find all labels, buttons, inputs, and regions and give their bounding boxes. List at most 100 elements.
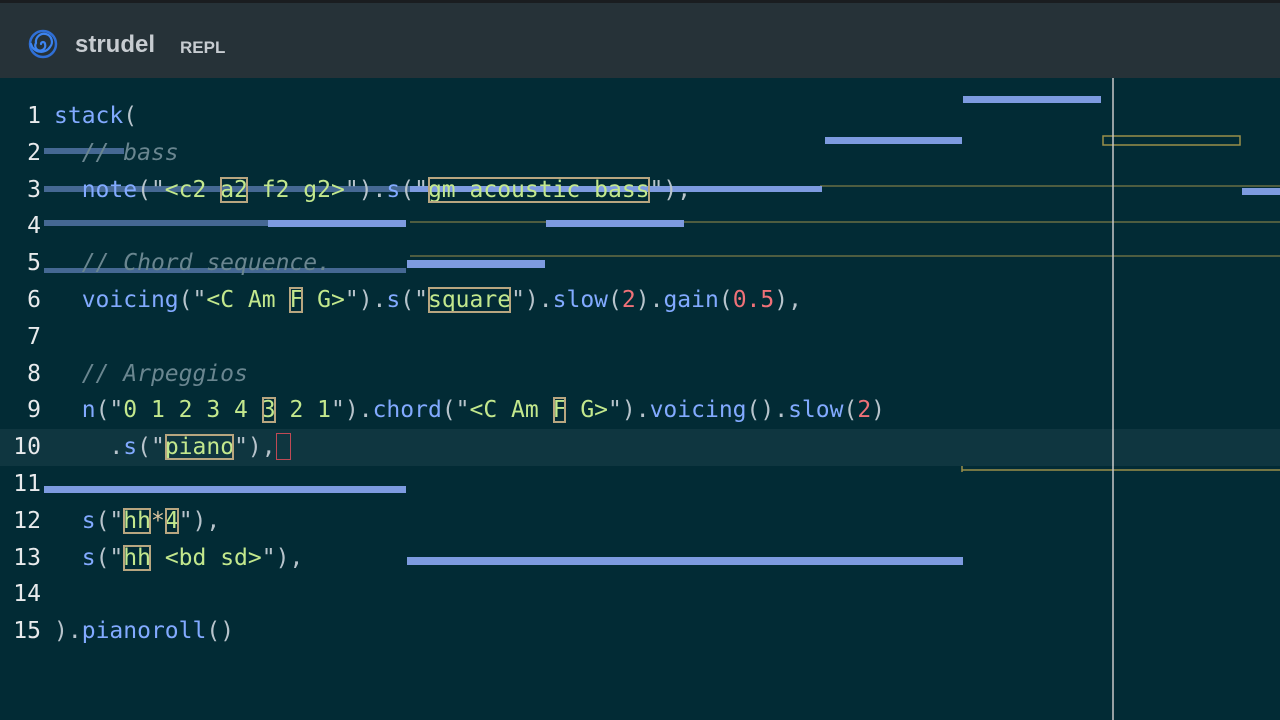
spiral-logo-icon[interactable] — [28, 29, 58, 59]
line-number: 1 — [27, 103, 41, 129]
code-line[interactable]: 5 // Chord sequence. — [0, 245, 1280, 282]
code-token: // bass — [81, 139, 179, 166]
code-token: s — [81, 544, 96, 571]
code-text[interactable]: // bass — [54, 135, 179, 172]
code-text[interactable]: ).pianoroll() — [54, 613, 234, 650]
code-token: (" — [95, 507, 124, 534]
code-token: G> — [566, 397, 609, 424]
highlighted-token: F — [289, 286, 304, 313]
code-line[interactable]: 8 // Arpeggios — [0, 356, 1280, 393]
code-token: (" — [441, 397, 470, 424]
code-token: <bd sd> — [150, 544, 262, 571]
code-token: " — [344, 176, 359, 203]
code-text[interactable]: note("<c2 a2 f2 g2>").s("gm_acoustic_bas… — [54, 172, 691, 209]
code-token: note — [81, 176, 138, 203]
code-line[interactable]: 4 — [0, 208, 1280, 245]
code-line[interactable]: 1 stack( — [0, 98, 1280, 135]
code-line[interactable]: 11 — [0, 466, 1280, 503]
code-text[interactable]: n("0 1 2 3 4 3 2 1").chord("<C Am F G>")… — [54, 392, 885, 429]
code-token: s — [123, 434, 138, 461]
code-token: slow — [788, 397, 844, 424]
code-token: ), — [774, 286, 802, 313]
code-token: <C Am — [206, 286, 290, 313]
code-token: ). — [635, 286, 664, 313]
code-token: 0 1 2 3 4 — [123, 397, 262, 424]
code-token: 2 — [857, 397, 872, 424]
code-line[interactable]: 6 voicing("<C Am F G>").s("square").slow… — [0, 282, 1280, 319]
code-token: gain — [663, 286, 719, 313]
code-token: ) — [54, 618, 68, 645]
code-token: pianoroll — [81, 618, 207, 645]
code-line[interactable]: 13 s("hh <bd sd>"), — [0, 540, 1280, 577]
code-text[interactable]: s("hh <bd sd>"), — [54, 540, 303, 577]
code-token: (" — [137, 434, 165, 461]
code-token: " — [608, 397, 622, 424]
code-token: ). — [344, 397, 373, 424]
line-number: 4 — [27, 213, 41, 240]
code-token: f2 g2> — [247, 176, 345, 203]
app-header: strudel REPL — [0, 0, 1280, 78]
code-token: 2 — [621, 286, 636, 313]
code-line[interactable]: 14 — [0, 576, 1280, 613]
code-token: () — [206, 618, 235, 645]
code-token: voicing — [81, 286, 179, 313]
code-token: <c2 — [164, 176, 221, 203]
code-token: ( — [608, 286, 622, 313]
code-token: " — [649, 176, 664, 203]
line-number: 13 — [13, 544, 41, 571]
code-text[interactable]: s("hh*4"), — [54, 503, 220, 540]
highlighted-token: a2 — [220, 176, 248, 203]
code-token: (" — [95, 397, 124, 424]
code-token: ). — [358, 286, 387, 313]
line-number: 2 — [27, 139, 41, 166]
highlighted-token: square — [427, 286, 512, 313]
code-token: ). — [621, 397, 650, 424]
code-text[interactable]: stack( — [54, 98, 137, 135]
highlighted-token: F — [552, 397, 567, 424]
code-line[interactable]: 9 n("0 1 2 3 4 3 2 1").chord("<C Am F G>… — [0, 392, 1280, 429]
code-token: ( — [843, 397, 858, 424]
code-token: (" — [400, 176, 428, 203]
code-token: * — [150, 507, 165, 534]
line-number: 6 — [27, 286, 41, 313]
code-token: voicing — [649, 397, 747, 424]
code-text[interactable]: voicing("<C Am F G>").s("square").slow(2… — [54, 282, 802, 319]
highlighted-token: 3 — [261, 397, 276, 424]
app-title: strudel — [75, 31, 156, 58]
code-text[interactable]: .s("piano"), — [54, 429, 291, 466]
code-token: ( — [123, 103, 138, 129]
line-number: 7 — [27, 323, 41, 350]
code-token: chord — [372, 397, 442, 424]
code-token: ), — [663, 176, 692, 203]
code-token: ( — [718, 286, 733, 313]
code-text[interactable]: // Arpeggios — [54, 356, 248, 393]
code-token: " — [261, 544, 276, 571]
code-line[interactable]: 15).pianoroll() — [0, 613, 1280, 650]
code-token: (" — [178, 286, 207, 313]
code-token: <C Am — [469, 397, 553, 424]
code-line[interactable]: 10 .s("piano"), — [0, 429, 1280, 466]
code-line[interactable]: 3 note("<c2 a2 f2 g2>").s("gm_acoustic_b… — [0, 172, 1280, 209]
code-editor[interactable]: 1 stack(2 // bass 3 note("<c2 a2 f2 g2>").… — [0, 98, 1280, 650]
line-number: 9 — [27, 397, 41, 424]
code-token: s — [386, 286, 401, 313]
code-token: 2 1 — [275, 397, 331, 424]
code-line[interactable]: 2 // bass — [0, 135, 1280, 172]
line-number: 10 — [13, 434, 41, 461]
code-token: (" — [137, 176, 165, 203]
code-text[interactable]: // Chord sequence. — [54, 245, 331, 282]
highlighted-token: piano — [164, 434, 235, 461]
code-token: " — [234, 434, 248, 461]
line-number: 11 — [13, 470, 41, 497]
line-number: 5 — [27, 250, 41, 277]
code-token: " — [511, 286, 525, 313]
code-line[interactable]: 12 s("hh*4"), — [0, 503, 1280, 540]
highlighted-token: gm_acoustic_bass — [427, 176, 650, 203]
code-line[interactable]: 7 — [0, 319, 1280, 356]
code-token: ), — [247, 434, 276, 461]
code-token: stack — [54, 103, 124, 129]
